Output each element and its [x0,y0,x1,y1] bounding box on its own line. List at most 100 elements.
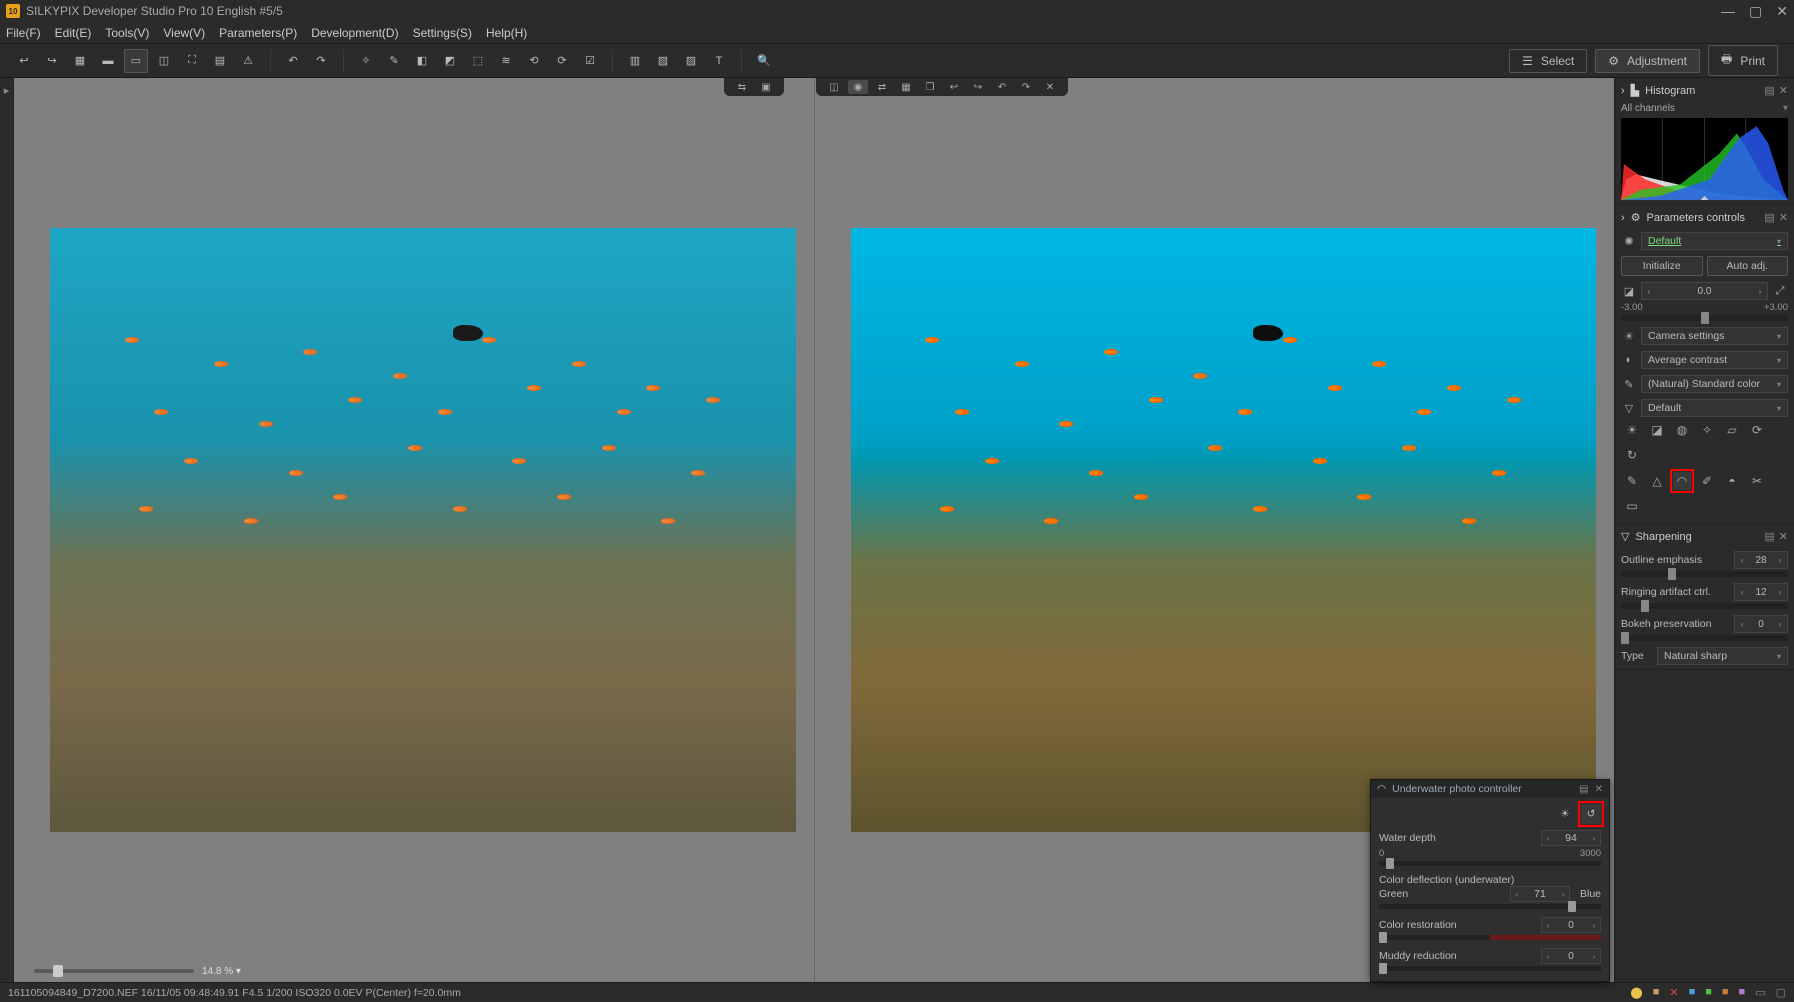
sharp-type-dropdown[interactable]: Natural sharp▾ [1657,647,1788,665]
ct-center-icon[interactable]: ◉ [848,80,868,94]
menu-file[interactable]: File(F) [6,26,41,40]
mode-select-button[interactable]: ☰ Select [1509,49,1587,73]
tone-dropdown[interactable]: Average contrast▾ [1641,351,1788,369]
nav-back-icon[interactable]: ↩ [12,49,36,73]
restore-slider[interactable] [1379,935,1601,940]
ct-split-icon[interactable]: ◫ [824,80,844,94]
ig-mask-icon[interactable]: ◓ [1723,472,1741,490]
ct-grid-icon[interactable]: ▦ [896,80,916,94]
flag-orange-icon[interactable]: ■ [1722,986,1729,999]
depth-input[interactable]: ‹94› [1541,830,1601,846]
compare-view-icon[interactable]: ◫ [152,49,176,73]
menu-development[interactable]: Development(D) [311,26,398,40]
deflect-input[interactable]: ‹71› [1510,886,1570,902]
warning-icon[interactable]: ⚠ [236,49,260,73]
ct-fwd-icon[interactable]: ↪ [968,80,988,94]
muddy-slider[interactable] [1379,966,1601,971]
loupe-icon[interactable]: 🔍 [752,49,776,73]
ig-exposure-icon[interactable]: ☀ [1623,421,1641,439]
ct-close-icon[interactable]: ✕ [1040,80,1060,94]
close-button[interactable]: ✕ [1776,3,1788,20]
layers-icon[interactable]: ≋ [494,49,518,73]
flag-yellow-icon[interactable]: ⬤ [1630,986,1642,999]
filmstrip-icon[interactable]: ▬ [96,49,120,73]
bokeh-slider[interactable] [1621,635,1788,641]
exposure-input[interactable]: ‹0.0› [1641,282,1768,300]
ig-sharp-icon[interactable]: △ [1648,472,1666,490]
grid-icon[interactable]: ▤ [208,49,232,73]
auto-adjust-icon[interactable]: ✧ [354,49,378,73]
eraser-icon[interactable]: ◧ [410,49,434,73]
ringing-input[interactable]: ‹12› [1734,583,1788,601]
bokeh-input[interactable]: ‹0› [1734,615,1788,633]
menu-parameters[interactable]: Parameters(P) [219,26,297,40]
minimize-button[interactable]: — [1721,3,1735,20]
panel-menu-icon[interactable]: ▤ [1764,530,1774,543]
outline-slider[interactable] [1621,571,1788,577]
panel-close-icon[interactable]: ✕ [1779,211,1788,224]
sharp-preset-dropdown[interactable]: Default▾ [1641,399,1788,417]
flag-purple-icon[interactable]: ■ [1739,986,1746,999]
chevron-down-icon[interactable]: ▾ [1783,103,1788,114]
text-tool-icon[interactable]: T [707,49,731,73]
fullscreen-icon[interactable]: ⛶ [180,49,204,73]
panel-menu-icon[interactable]: ▤ [1764,211,1774,224]
tool-c-icon[interactable]: ▨ [679,49,703,73]
left-rail-expand[interactable]: ▸ [0,78,14,982]
preset-dropdown[interactable]: Default▾ [1641,232,1788,250]
ig-crop-icon[interactable]: ✂ [1748,472,1766,490]
gradient-icon[interactable]: ◩ [438,49,462,73]
tool-b-icon[interactable]: ▧ [651,49,675,73]
redo-icon[interactable]: ↷ [309,49,333,73]
ig-rotate-icon[interactable]: ⟳ [1748,421,1766,439]
ct-redo-icon[interactable]: ↷ [1016,80,1036,94]
chevron-right-icon[interactable]: › [1621,212,1625,224]
ig-underwater-icon[interactable]: ◠ [1673,472,1691,490]
panel-menu-icon[interactable]: ▤ [1579,784,1588,795]
crop-tool-icon[interactable]: ⬚ [466,49,490,73]
exposure-slider[interactable] [1621,315,1788,321]
ig-perspective-icon[interactable]: ▱ [1723,421,1741,439]
menu-help[interactable]: Help(H) [486,26,527,40]
wb-dropdown[interactable]: Camera settings▾ [1641,327,1788,345]
ringing-slider[interactable] [1621,603,1788,609]
restore-input[interactable]: ‹0› [1541,917,1601,933]
muddy-input[interactable]: ‹0› [1541,948,1601,964]
uw-auto-icon[interactable]: ☀ [1555,804,1575,824]
ig-tone-icon[interactable]: ◪ [1648,421,1666,439]
flag-green-icon[interactable]: ■ [1705,986,1712,999]
viewer-left-pane[interactable]: 14.8 % ▾ [14,78,815,982]
menu-settings[interactable]: Settings(S) [413,26,472,40]
rotate-left-icon[interactable]: ⟲ [522,49,546,73]
maximize-button[interactable]: ▢ [1749,3,1762,20]
ig-transform-icon[interactable]: ▭ [1623,497,1641,515]
rotate-right-icon[interactable]: ⟳ [550,49,574,73]
uw-reset-icon[interactable]: ↺ [1581,804,1601,824]
folder-icon[interactable]: ▭ [1755,986,1765,999]
ct-copy-icon[interactable]: ❐ [920,80,940,94]
outline-input[interactable]: ‹28› [1734,551,1788,569]
ig-wand-icon[interactable]: ✧ [1698,421,1716,439]
flag-tan-icon[interactable]: ■ [1653,986,1660,999]
nav-fwd-icon[interactable]: ↪ [40,49,64,73]
mode-adjustment-button[interactable]: ⚙ Adjustment [1595,49,1700,73]
deflect-slider[interactable] [1379,904,1601,909]
color-dropdown[interactable]: (Natural) Standard color▾ [1641,375,1788,393]
mode-print-button[interactable]: 🖶 Print [1708,45,1778,76]
check-icon[interactable]: ☑ [578,49,602,73]
initialize-button[interactable]: Initialize [1621,256,1703,276]
ct-back-icon[interactable]: ↩ [944,80,964,94]
single-view-icon[interactable]: ▭ [124,49,148,73]
ig-hsl-icon[interactable]: ◍ [1673,421,1691,439]
ig-refresh-icon[interactable]: ↻ [1623,446,1641,464]
undo-icon[interactable]: ↶ [281,49,305,73]
flag-blue-icon[interactable]: ■ [1689,986,1696,999]
ig-pen-icon[interactable]: ✐ [1698,472,1716,490]
menu-tools[interactable]: Tools(V) [105,26,149,40]
panel-close-icon[interactable]: ✕ [1779,84,1788,97]
autoadj-button[interactable]: Auto adj. [1707,256,1789,276]
zoom-slider[interactable] [34,969,194,973]
tool-a-icon[interactable]: ▥ [623,49,647,73]
ig-brush-icon[interactable]: ✎ [1623,472,1641,490]
ct-left-lock-icon[interactable]: ⇆ [732,80,752,94]
